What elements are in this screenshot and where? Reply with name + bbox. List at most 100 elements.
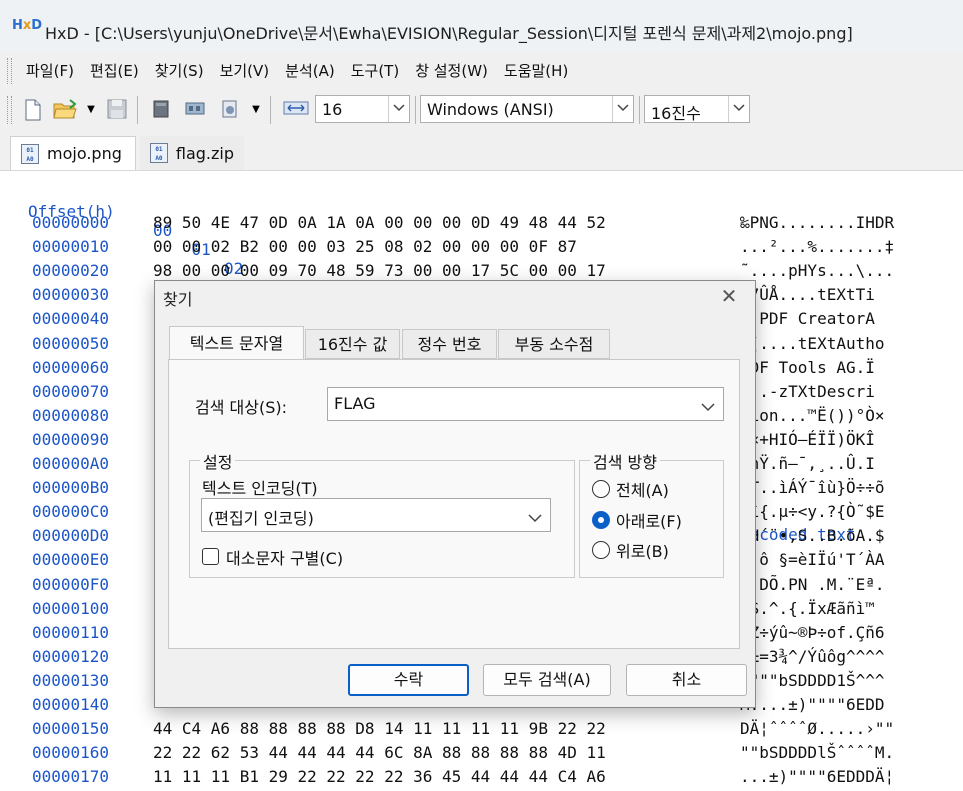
- menu-file[interactable]: 파일(F): [18, 52, 82, 90]
- find-dialog: 찾기 ✕ 텍스트 문자열 16진수 값 정수 번호 부동 소수점 검색 대상(S…: [154, 280, 756, 708]
- row-decoded-text[interactable]: e.PDF CreatorA: [740, 309, 875, 328]
- row-decoded-text[interactable]: tion...™Ë())°Ò×: [740, 406, 885, 425]
- open-folder-icon[interactable]: [52, 99, 80, 121]
- disk-dropdown-arrow-icon[interactable]: ▼: [250, 99, 262, 121]
- menu-items: 파일(F) 편집(E) 찾기(S) 보기(V) 분석(A) 도구(T) 창 설정…: [18, 52, 576, 90]
- hex-row[interactable]: 00000160 22 22 62 53 44 44 44 44 6C 8A 88…: [0, 743, 963, 767]
- row-offset: 000000F0: [32, 574, 110, 594]
- find-all-button[interactable]: 모두 검색(A): [483, 664, 611, 696]
- row-decoded-text[interactable]: ...²...%.......‡: [740, 237, 894, 256]
- row-decoded-text[interactable]: DH´¨•,S..B.õA.$: [740, 526, 885, 545]
- open-dropdown-arrow-icon[interactable]: ▼: [85, 99, 97, 121]
- search-input[interactable]: FLAG: [327, 387, 724, 421]
- row-decoded-text[interactable]: PDF Tools AG.Ï: [740, 358, 875, 377]
- row-decoded-text[interactable]: ‰PNG........IHDR: [740, 213, 894, 232]
- row-decoded-text[interactable]: <7ÛÅ....tEXtTi: [740, 285, 875, 304]
- hex-row[interactable]: 00000150 44 C4 A6 88 88 88 88 D8 14 11 11…: [0, 719, 963, 743]
- search-value: FLAG: [334, 394, 376, 413]
- close-icon[interactable]: ✕: [709, 281, 749, 311]
- toolbar-separator: [639, 96, 640, 124]
- row-offset: 00000140: [32, 695, 110, 714]
- row-decoded-text[interactable]: M....±)""""6EDD: [740, 695, 885, 714]
- hex-file-icon: 01 A0: [150, 143, 168, 163]
- menu-tools[interactable]: 도구(T): [343, 52, 407, 90]
- cancel-button[interactable]: 취소: [626, 664, 747, 696]
- row-decoded-text[interactable]: ðî{.µ÷<y.?{Ò˜$E: [740, 502, 885, 521]
- radio-forward[interactable]: [592, 511, 610, 529]
- row-decoded-text[interactable]: ¢Z÷ýû~®Þ÷of.Çñ6: [740, 623, 885, 642]
- open-disk-image-icon[interactable]: [219, 99, 241, 121]
- encoding-label: 텍스트 인코딩(T): [202, 479, 318, 498]
- menu-help[interactable]: 도움말(H): [496, 52, 576, 90]
- row-bytes[interactable]: 11 11 11 B1 29 22 22 22 22 36 45 44 44 4…: [153, 767, 606, 786]
- row-bytes[interactable]: 89 50 4E 47 0D 0A 1A 0A 00 00 00 0D 49 4…: [153, 213, 606, 232]
- bytes-per-row-select[interactable]: 16: [315, 95, 410, 123]
- row-bytes[interactable]: 00 00 02 B2 00 00 03 25 08 02 00 00 00 0…: [153, 237, 577, 256]
- row-decoded-text[interactable]: /×+HIÓ–ÉÏÏ)ÖKÎ: [740, 430, 875, 449]
- row-decoded-text[interactable]: """"bSDDDD1Š^^^: [740, 671, 885, 690]
- row-offset: 00000130: [32, 670, 110, 690]
- save-icon[interactable]: [106, 99, 128, 121]
- ram-icon[interactable]: [184, 99, 206, 121]
- row-decoded-text[interactable]: ¤(....tEXtAutho: [740, 334, 885, 353]
- direction-group: 검색 방향 전체(A) 아래로(F) 위로(B): [579, 449, 724, 578]
- menu-search[interactable]: 찾기(S): [147, 52, 212, 90]
- tab-integer-number[interactable]: 정수 번호: [402, 329, 497, 359]
- row-offset: 00000080: [32, 405, 110, 425]
- row-offset: 000000B0: [32, 478, 110, 498]
- tab-floating-point[interactable]: 부동 소수점: [498, 329, 610, 359]
- radio-all[interactable]: [592, 480, 610, 498]
- menu-analysis[interactable]: 분석(A): [277, 52, 343, 90]
- charset-select[interactable]: Windows (ANSI): [420, 95, 634, 123]
- ok-button[interactable]: 수락: [348, 664, 469, 696]
- row-offset: 000000C0: [32, 502, 110, 522]
- row-bytes[interactable]: 22 22 62 53 44 44 44 44 6C 8A 88 88 88 8…: [153, 743, 606, 762]
- title-bar: HxD HxD - [C:\Users\yunju\OneDrive\문서\Ew…: [0, 0, 963, 52]
- row-bytes[interactable]: 44 C4 A6 88 88 88 88 D8 14 11 11 11 11 9…: [153, 719, 606, 738]
- tab-flag-zip[interactable]: 01 A0 flag.zip: [140, 136, 244, 170]
- row-offset: 00000000: [32, 213, 110, 232]
- row-decoded-text[interactable]: ...±)""""6EDDDÄ¦: [740, 767, 894, 786]
- row-decoded-text[interactable]: DÄ¦ˆˆˆˆØ.....›"": [740, 719, 894, 738]
- row-decoded-text[interactable]: ª DÕ.PN .M.¨Eª.: [740, 575, 885, 594]
- tab-label: mojo.png: [47, 144, 122, 163]
- tab-mojo-png[interactable]: 01 A0 mojo.png: [10, 136, 136, 170]
- menu-view[interactable]: 보기(V): [212, 52, 278, 90]
- row-decoded-text[interactable]: `S.^.{.ÏxÆãñì™: [740, 599, 875, 618]
- row-decoded-text[interactable]: AT..ìÁÝ¯îù}Ö÷÷õ: [740, 478, 885, 497]
- chevron-down-icon: [612, 96, 633, 122]
- hex-header: Offset(h) 00 01 02 03 04 05 06 07 08 09 …: [0, 183, 963, 544]
- hex-row[interactable]: 00000000 89 50 4E 47 0D 0A 1A 0A 00 00 00…: [0, 213, 963, 237]
- encoding-select[interactable]: (편집기 인코딩): [201, 498, 551, 532]
- offset-base-select[interactable]: 16진수: [644, 95, 750, 123]
- row-decoded-text[interactable]: ˜....pHYs...\...: [740, 261, 894, 280]
- menu-window[interactable]: 창 설정(W): [407, 52, 496, 90]
- row-bytes[interactable]: 98 00 00 00 09 70 48 59 73 00 00 17 5C 0…: [153, 261, 606, 280]
- chevron-down-icon[interactable]: [701, 397, 715, 416]
- menu-edit[interactable]: 편집(E): [82, 52, 147, 90]
- tab-text-string[interactable]: 텍스트 문자열: [169, 326, 304, 360]
- charset-value: Windows (ANSI): [427, 100, 554, 119]
- radio-backward[interactable]: [592, 541, 610, 559]
- row-decoded-text[interactable]: Ö.ô §=èIÏú'T´ÀA: [740, 550, 885, 569]
- hex-file-icon: 01 A0: [21, 143, 39, 164]
- new-file-icon[interactable]: [22, 99, 44, 121]
- row-decoded-text[interactable]: ì±=3¾^/Ýûôg^^^^: [740, 647, 885, 666]
- row-decoded-text[interactable]: .nŸ.ñ–¯,¸..Û.I: [740, 454, 875, 473]
- disk-icon[interactable]: [150, 99, 172, 121]
- text-string-panel: 검색 대상(S): FLAG 설정 텍스트 인코딩(T) (편집기 인코딩) 대…: [168, 359, 740, 649]
- dialog-title: 찾기: [163, 290, 193, 309]
- row-decoded-text[interactable]: ...-zTXtDescri: [740, 382, 875, 401]
- row-offset: 00000040: [32, 309, 110, 329]
- hex-row[interactable]: 00000010 00 00 02 B2 00 00 03 25 08 02 00…: [0, 237, 963, 261]
- tab-hex-values[interactable]: 16진수 값: [305, 329, 400, 359]
- row-offset: 000000E0: [32, 550, 110, 570]
- case-sensitive-checkbox[interactable]: [202, 548, 219, 565]
- toolbar-separator: [137, 96, 138, 124]
- hex-row[interactable]: 00000170 11 11 11 B1 29 22 22 22 22 36 45…: [0, 767, 963, 791]
- row-offset: 00000110: [32, 622, 110, 642]
- row-offset: 00000120: [32, 646, 110, 666]
- row-decoded-text[interactable]: ""bSDDDDlŠˆˆˆˆM.: [740, 743, 894, 762]
- row-offset: 00000010: [32, 237, 110, 257]
- row-offset: 00000070: [32, 381, 110, 401]
